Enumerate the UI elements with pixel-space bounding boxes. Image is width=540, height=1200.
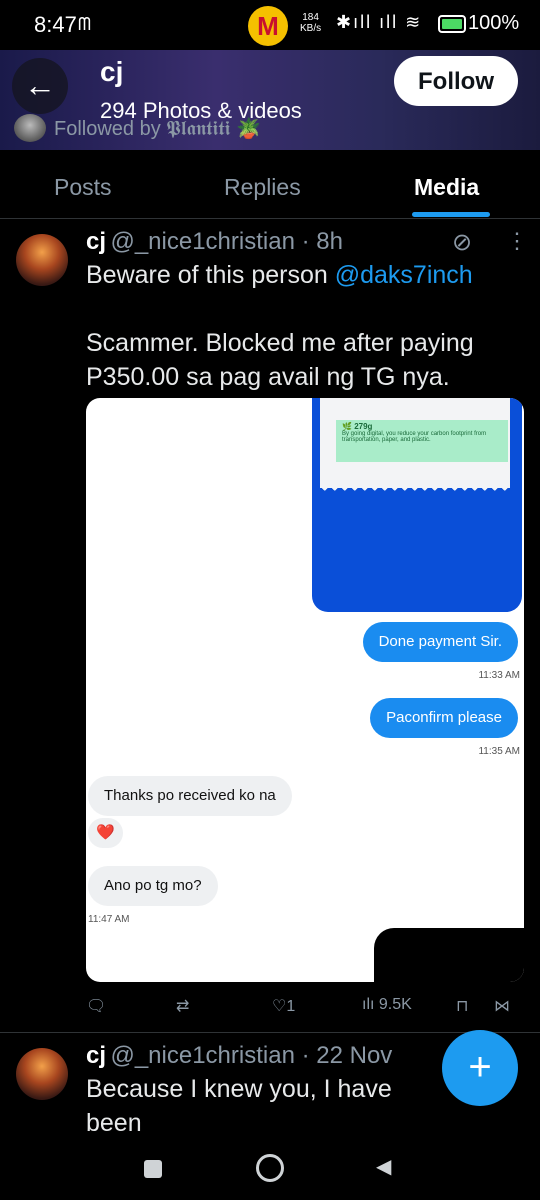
avatar[interactable] bbox=[16, 234, 68, 286]
tab-posts[interactable]: Posts bbox=[54, 174, 112, 201]
tweet-text: Beware of this person @daks7inch Scammer… bbox=[86, 261, 474, 391]
chat-bubble-outgoing: Done payment Sir. bbox=[362, 622, 518, 662]
divider bbox=[0, 1032, 540, 1033]
compose-button[interactable]: + bbox=[442, 1030, 518, 1106]
heart-icon: ♡ bbox=[272, 998, 287, 1015]
repost-icon[interactable]: ⇄ bbox=[176, 996, 189, 1016]
payment-receipt: 🌿 279g By going digital, you reduce your … bbox=[312, 398, 522, 612]
follow-button[interactable]: Follow bbox=[394, 56, 518, 106]
mcdonalds-icon: M bbox=[248, 6, 288, 46]
back-arrow-icon[interactable]: ← bbox=[12, 58, 68, 114]
chat-time: 11:33 AM bbox=[478, 670, 520, 681]
heart-reaction: ❤️ bbox=[88, 818, 123, 848]
chat-bubble-incoming: Ano po tg mo? bbox=[88, 866, 218, 906]
tweet-handle-time[interactable]: @_nice1christian · 22 Nov bbox=[110, 1042, 392, 1069]
redaction-scribble bbox=[374, 928, 524, 982]
status-time: 8:47 bbox=[34, 12, 77, 37]
profile-tabs: Posts Replies Media bbox=[0, 160, 540, 219]
followed-by[interactable]: Followed by 𝕻𝖑𝖆𝖓𝖙𝖎𝖙𝖎 🪴 bbox=[14, 114, 374, 142]
tweet-text: Because I knew you, I have been changed … bbox=[86, 1075, 392, 1137]
views-icon: ılı bbox=[362, 996, 379, 1013]
signal-wifi-icons: ✱ıll ıll ≋ bbox=[336, 12, 423, 32]
more-icon[interactable]: ⋮ bbox=[506, 228, 528, 254]
tweet-author-name[interactable]: cj bbox=[86, 1042, 106, 1069]
notification-icon: ᗰ bbox=[78, 14, 91, 34]
network-speed: 184 KB/s bbox=[300, 12, 322, 34]
battery-percent: 100% bbox=[468, 12, 520, 34]
chat-time: 11:35 AM bbox=[478, 746, 520, 757]
profile-name: cj bbox=[100, 56, 124, 87]
chat-bubble-incoming: Thanks po received ko na bbox=[88, 776, 292, 816]
followed-by-text: Followed by 𝕻𝖑𝖆𝖓𝖙𝖎𝖙𝖎 🪴 bbox=[54, 118, 261, 140]
tweet-author-name[interactable]: cj bbox=[86, 228, 106, 255]
system-nav-bar: ◀ bbox=[0, 1140, 540, 1200]
bookmark-icon[interactable]: ⊓ bbox=[456, 996, 468, 1016]
tweet-handle-time[interactable]: @_nice1christian · 8h bbox=[110, 228, 342, 255]
leaf-icon: 🌿 bbox=[342, 422, 355, 431]
tweet-media-image[interactable]: 🌿 279g By going digital, you reduce your … bbox=[86, 398, 524, 982]
avatar[interactable] bbox=[16, 1048, 68, 1100]
tweet-header: cj @_nice1christian · 8h bbox=[86, 228, 343, 256]
reply-icon[interactable]: 🗨 bbox=[86, 996, 106, 1016]
battery-icon bbox=[438, 15, 466, 33]
grok-icon[interactable]: ⊘ bbox=[452, 228, 472, 257]
tab-media[interactable]: Media bbox=[414, 174, 479, 201]
active-tab-indicator bbox=[412, 212, 490, 217]
follower-avatar bbox=[14, 114, 46, 142]
like-button[interactable]: ♡1 bbox=[272, 996, 295, 1016]
views-count[interactable]: ılı 9.5K bbox=[362, 996, 412, 1014]
tab-replies[interactable]: Replies bbox=[224, 174, 301, 201]
tweet-header: cj @_nice1christian · 22 Nov bbox=[86, 1042, 392, 1070]
chat-bubble-outgoing: Paconfirm please bbox=[370, 698, 518, 738]
back-icon[interactable]: ◀ bbox=[376, 1154, 391, 1179]
mention-link[interactable]: @daks7inch bbox=[335, 261, 473, 289]
share-icon[interactable]: ⋈ bbox=[494, 996, 510, 1016]
status-bar: 8:47 ᗰ M 184 KB/s ✱ıll ıll ≋ 100% bbox=[0, 0, 540, 50]
chat-time: 11:47 AM bbox=[88, 914, 130, 925]
home-icon[interactable] bbox=[256, 1154, 284, 1182]
eco-notice: 🌿 279g By going digital, you reduce your … bbox=[336, 420, 508, 462]
recents-icon[interactable] bbox=[144, 1160, 162, 1178]
